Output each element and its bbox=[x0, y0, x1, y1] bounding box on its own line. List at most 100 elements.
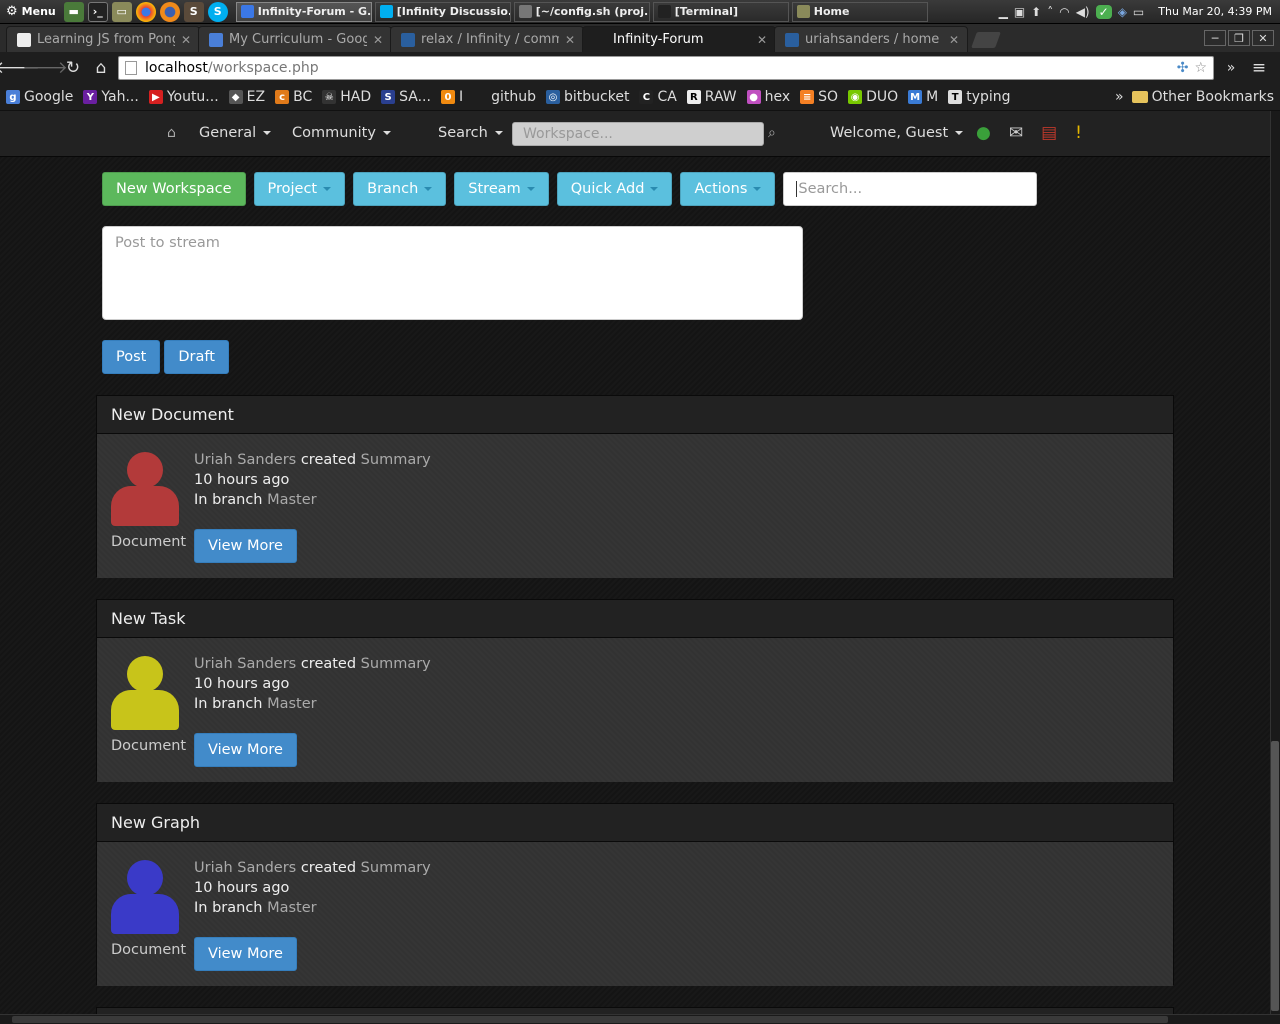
bookmark-item[interactable]: C CA bbox=[639, 89, 677, 105]
monitor-icon[interactable]: ▭ bbox=[1133, 5, 1144, 19]
author-link[interactable]: Uriah Sanders bbox=[194, 860, 296, 876]
home-icon[interactable]: ⌂ bbox=[167, 125, 176, 141]
stream-dropdown-button[interactable]: Stream bbox=[454, 172, 549, 206]
browser-tab-3[interactable]: Infinity-Forum ✕ bbox=[582, 26, 776, 52]
minimize-all-icon[interactable]: ▁ bbox=[999, 5, 1008, 19]
browser-tab-0[interactable]: Learning JS from Pong ✕ bbox=[6, 26, 200, 52]
folder-launcher-icon[interactable]: ▭ bbox=[111, 1, 132, 22]
firefox-launcher-icon[interactable] bbox=[159, 1, 180, 22]
user-menu-dropdown[interactable]: Welcome, Guest bbox=[830, 125, 964, 141]
horizontal-scrollbar[interactable] bbox=[0, 1014, 1280, 1024]
horizontal-scrollbar-thumb[interactable] bbox=[12, 1016, 1168, 1023]
forward-arrow-icon[interactable]: 🡒 bbox=[22, 57, 68, 79]
post-button[interactable]: Post bbox=[102, 340, 161, 374]
security-shield-icon[interactable]: ◈ bbox=[1118, 5, 1127, 19]
bookmark-item[interactable]: g Google bbox=[6, 89, 73, 105]
new-tab-button[interactable] bbox=[971, 32, 1001, 48]
display-icon[interactable]: ▣ bbox=[1014, 5, 1025, 19]
bookmark-item[interactable]: ● hex bbox=[746, 89, 790, 105]
user-icon[interactable]: ● bbox=[976, 123, 991, 143]
vertical-scrollbar[interactable] bbox=[1270, 111, 1280, 1014]
nav-general-dropdown[interactable]: General bbox=[199, 125, 272, 141]
branch-link[interactable]: Master bbox=[267, 900, 317, 916]
reload-icon[interactable]: ↻ bbox=[62, 57, 84, 79]
bookmark-item[interactable]: c BC bbox=[275, 89, 312, 105]
taskbar-window-0[interactable]: Infinity-Forum - G... bbox=[235, 1, 372, 22]
tab-close-icon[interactable]: ✕ bbox=[757, 33, 767, 47]
close-window-icon[interactable]: ✕ bbox=[1252, 30, 1274, 46]
taskbar-window-2[interactable]: [~/config.sh (proj... bbox=[513, 1, 650, 22]
tab-close-icon[interactable]: ✕ bbox=[373, 33, 383, 47]
tab-close-icon[interactable]: ✕ bbox=[949, 33, 959, 47]
object-link[interactable]: Summary bbox=[361, 656, 431, 672]
view-more-button[interactable]: View More bbox=[194, 937, 297, 971]
clock[interactable]: Thu Mar 20, 4:39 PM bbox=[1158, 5, 1272, 18]
envelope-icon[interactable]: ✉ bbox=[1009, 123, 1023, 143]
nav-community-dropdown[interactable]: Community bbox=[292, 125, 391, 141]
search-icon[interactable]: ⌕ bbox=[768, 125, 776, 141]
terminal-launcher-icon[interactable]: ›_ bbox=[87, 1, 108, 22]
address-bar[interactable]: localhost/workspace.php ✣ ☆ bbox=[118, 56, 1214, 80]
branch-link[interactable]: Master bbox=[267, 696, 317, 712]
bookmark-item[interactable]: S SA... bbox=[381, 89, 431, 105]
taskbar-window-1[interactable]: [Infinity Discussio... bbox=[374, 1, 511, 22]
minimize-window-icon[interactable]: ─ bbox=[1204, 30, 1226, 46]
other-bookmarks-folder[interactable]: Other Bookmarks bbox=[1131, 89, 1274, 105]
tray-expand-icon[interactable]: ˄ bbox=[1047, 5, 1053, 19]
bookmark-item[interactable]: github bbox=[473, 89, 536, 105]
bookmark-item[interactable]: ◆ EZ bbox=[228, 89, 265, 105]
bookmark-item[interactable]: ☠ HAD bbox=[322, 89, 371, 105]
bookmark-item[interactable]: ▶ Youtu... bbox=[148, 89, 219, 105]
bookmark-item[interactable]: R RAW bbox=[686, 89, 737, 105]
branch-dropdown-button[interactable]: Branch bbox=[353, 172, 447, 206]
bookmark-item[interactable]: MM bbox=[908, 89, 938, 105]
bookmark-item[interactable]: 0I bbox=[440, 89, 463, 105]
nav-search-dropdown[interactable]: Search bbox=[438, 125, 503, 141]
browser-menu-icon[interactable]: ≡ bbox=[1248, 57, 1270, 79]
home-icon[interactable]: ⌂ bbox=[90, 57, 112, 79]
view-more-button[interactable]: View More bbox=[194, 529, 297, 563]
taskbar-window-3[interactable]: [Terminal] bbox=[652, 1, 789, 22]
bookmark-star-icon[interactable]: ☆ bbox=[1194, 60, 1207, 76]
workspace-search-field[interactable]: Search... bbox=[783, 172, 1038, 206]
quick-add-dropdown-button[interactable]: Quick Add bbox=[556, 172, 673, 206]
browser-tab-4[interactable]: uriahsanders / home — ✕ bbox=[774, 26, 968, 52]
tab-close-icon[interactable]: ✕ bbox=[181, 33, 191, 47]
bookmark-item[interactable]: Ttyping bbox=[948, 89, 1011, 105]
object-link[interactable]: Summary bbox=[361, 452, 431, 468]
update-check-icon[interactable]: ✓ bbox=[1095, 4, 1112, 19]
extensions-overflow-icon[interactable]: » bbox=[1220, 57, 1242, 79]
post-to-stream-textarea[interactable]: Post to stream bbox=[102, 226, 803, 320]
workspace-search-input[interactable]: Workspace... bbox=[512, 122, 764, 146]
editor-launcher-icon[interactable]: S bbox=[183, 1, 204, 22]
upload-icon[interactable]: ⬆ bbox=[1031, 5, 1041, 19]
bookmark-item[interactable]: ≡ SO bbox=[800, 89, 838, 105]
bookmark-item[interactable]: ◎ bitbucket bbox=[546, 89, 629, 105]
actions-dropdown-button[interactable]: Actions bbox=[680, 172, 776, 206]
taskbar-window-4[interactable]: Home bbox=[791, 1, 928, 22]
restore-window-icon[interactable]: ❐ bbox=[1228, 30, 1250, 46]
volume-icon[interactable]: ◀) bbox=[1076, 5, 1090, 19]
project-dropdown-button[interactable]: Project bbox=[253, 172, 346, 206]
browser-tab-2[interactable]: relax / Infinity / commit ✕ bbox=[390, 26, 584, 52]
bookmark-item[interactable]: ◉ DUO bbox=[848, 89, 898, 105]
view-more-button[interactable]: View More bbox=[194, 733, 297, 767]
start-menu-button[interactable]: ⚙ Menu bbox=[0, 0, 62, 24]
bookmarks-overflow-icon[interactable]: » bbox=[1115, 89, 1124, 105]
chrome-launcher-icon[interactable] bbox=[135, 1, 156, 22]
author-link[interactable]: Uriah Sanders bbox=[194, 452, 296, 468]
bookmark-item[interactable]: Y Yah... bbox=[83, 89, 139, 105]
branch-link[interactable]: Master bbox=[267, 492, 317, 508]
extension-icon[interactable]: ✣ bbox=[1177, 60, 1189, 76]
vertical-scrollbar-thumb[interactable] bbox=[1271, 741, 1279, 1011]
tab-close-icon[interactable]: ✕ bbox=[565, 33, 575, 47]
browser-tab-1[interactable]: My Curriculum - Google ✕ bbox=[198, 26, 392, 52]
author-link[interactable]: Uriah Sanders bbox=[194, 656, 296, 672]
archive-icon[interactable]: ▤ bbox=[1041, 123, 1057, 143]
draft-button[interactable]: Draft bbox=[164, 340, 229, 374]
files-launcher-icon[interactable]: ▬ bbox=[63, 1, 84, 22]
wifi-icon[interactable]: ◠ bbox=[1059, 5, 1069, 19]
alert-icon[interactable]: ! bbox=[1075, 123, 1082, 143]
object-link[interactable]: Summary bbox=[361, 860, 431, 876]
new-workspace-button[interactable]: New Workspace bbox=[102, 172, 246, 206]
